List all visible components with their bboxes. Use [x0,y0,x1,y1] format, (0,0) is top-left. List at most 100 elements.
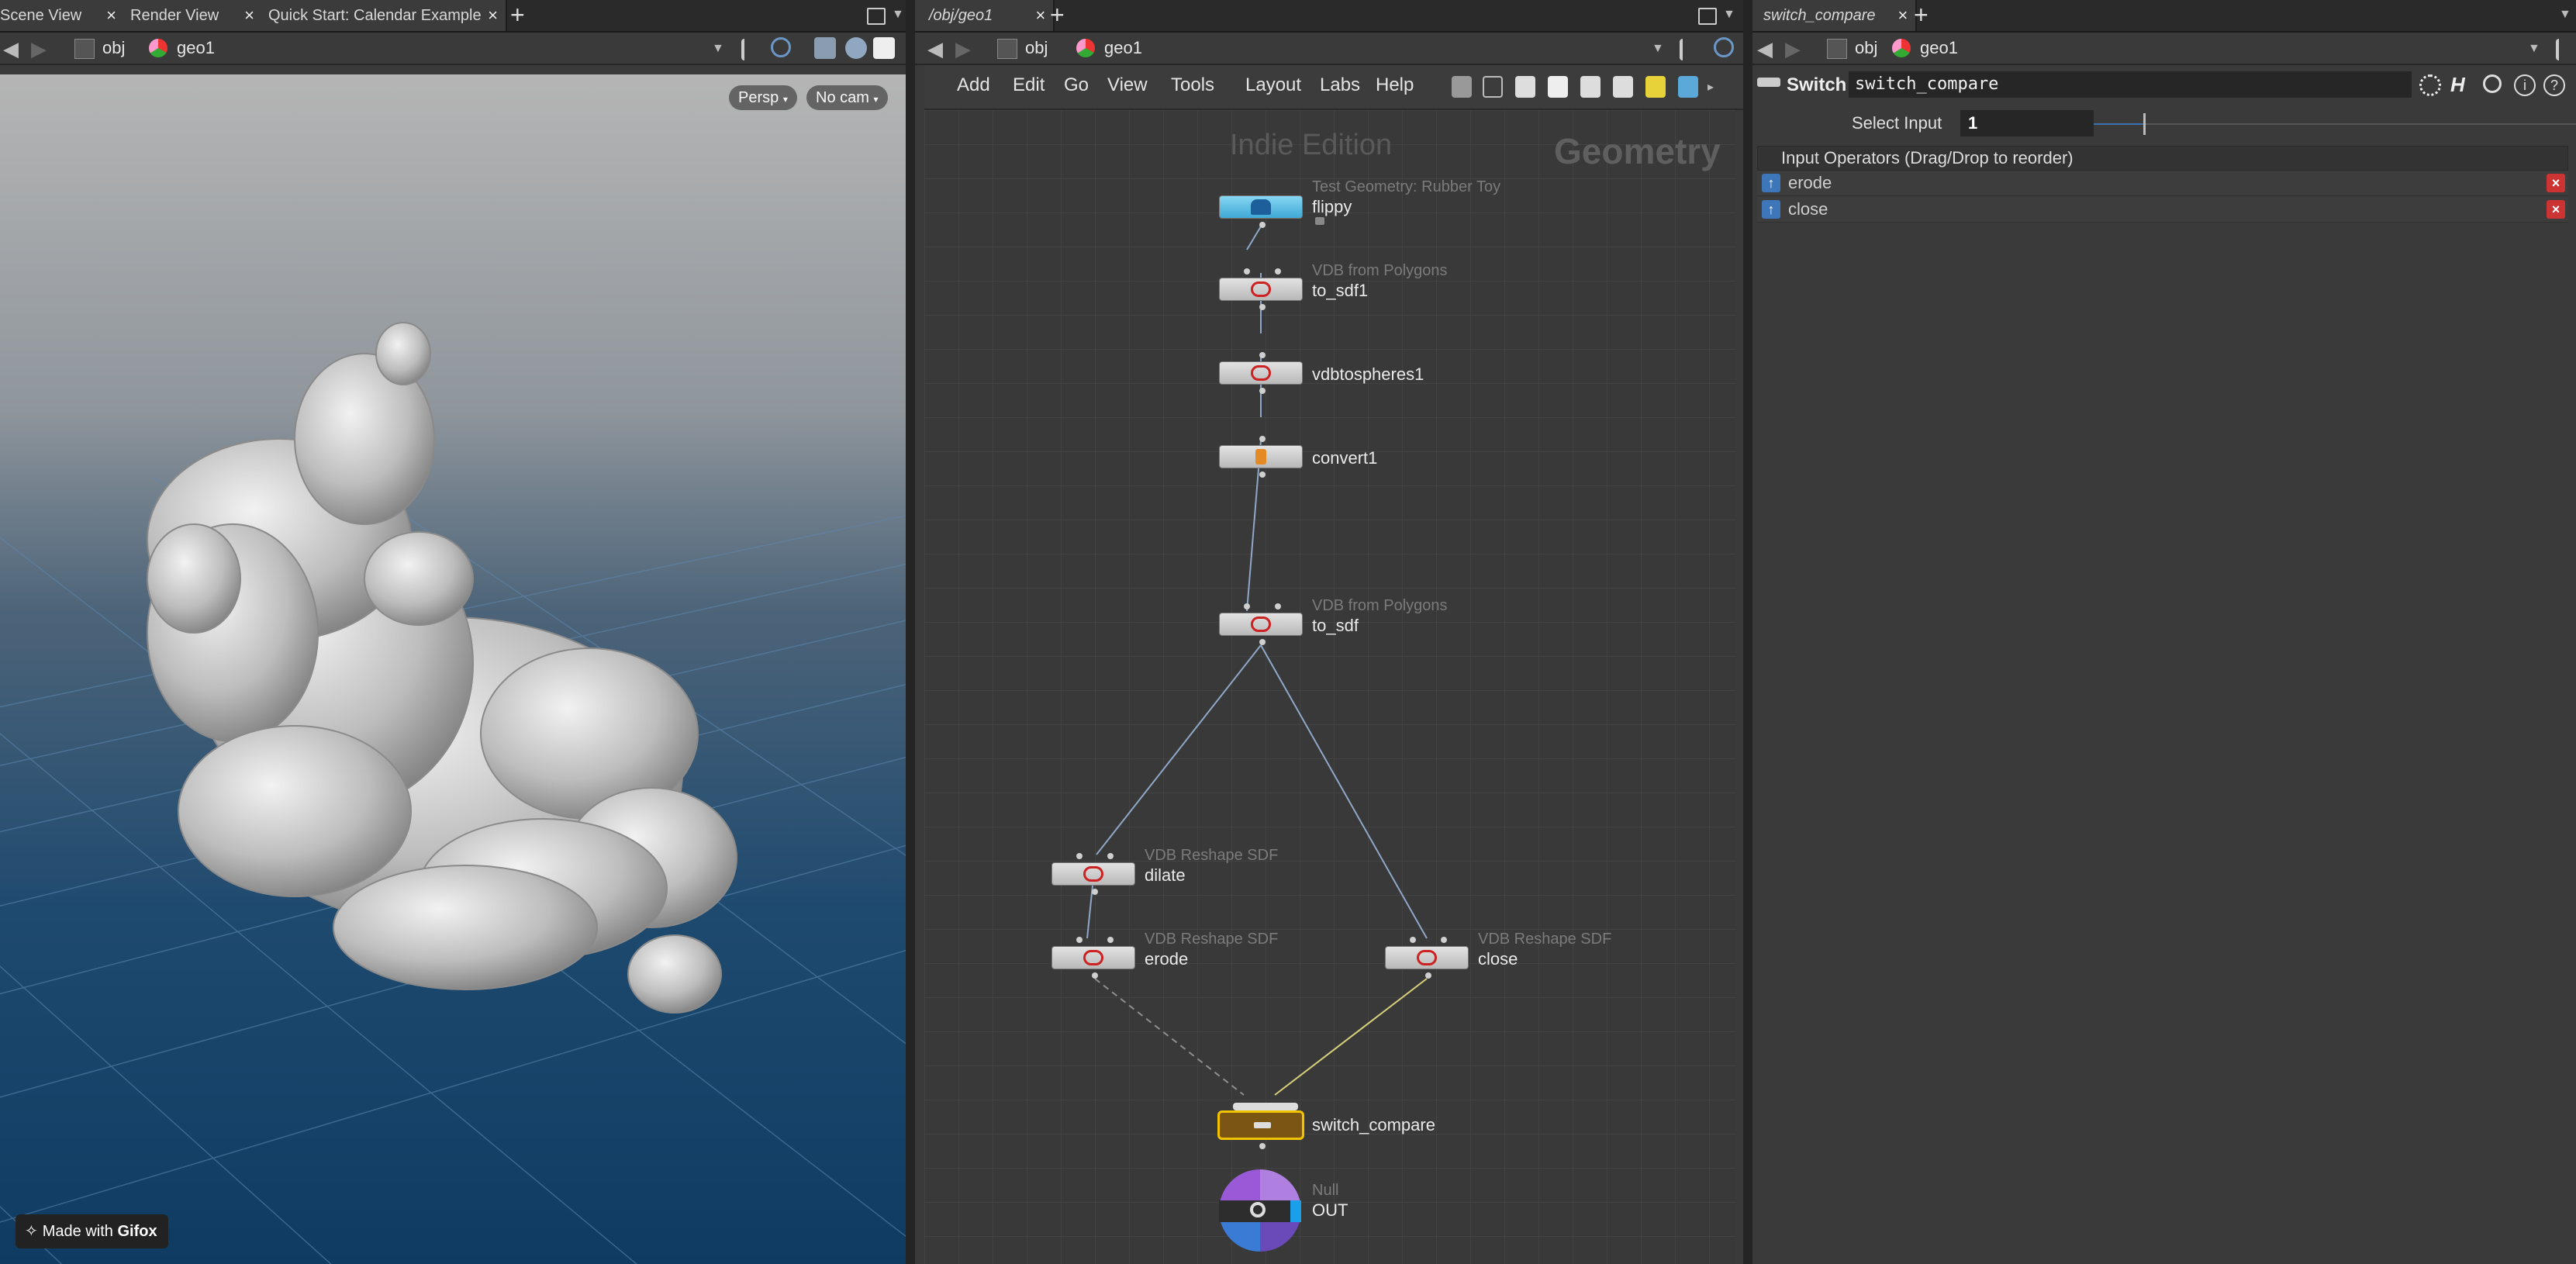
question-icon[interactable]: ? [2543,74,2565,96]
input-connector[interactable] [1410,937,1416,943]
input-connector[interactable] [1275,603,1281,610]
add-tab-icon[interactable]: + [1914,0,1929,31]
switch-input-bar[interactable] [1233,1103,1298,1110]
remove-icon[interactable]: × [2547,200,2565,219]
close-icon[interactable]: × [1035,0,1045,31]
output-connector[interactable] [1425,972,1431,979]
node-to-sdf1[interactable] [1219,278,1303,301]
input-connector[interactable] [1076,853,1083,859]
node-vdbtospheres1[interactable] [1219,361,1303,385]
tree-view-icon[interactable] [1483,76,1503,98]
menu-add[interactable]: Add [957,74,990,96]
back-arrow-icon[interactable]: ◀ [927,37,943,61]
tab-network[interactable]: /obj/geo1 × [915,0,1055,31]
select-input-slider[interactable] [2094,113,2576,135]
menu-view[interactable]: View [1107,74,1148,96]
forward-arrow-icon[interactable]: ▶ [31,37,47,61]
pin-icon[interactable] [1680,39,1698,60]
chevron-down-icon[interactable]: ▼ [2559,8,2571,22]
output-connector[interactable] [1259,471,1266,478]
menu-edit[interactable]: Edit [1013,74,1045,96]
close-icon[interactable]: × [244,0,254,31]
back-arrow-icon[interactable]: ◀ [3,37,19,61]
breadcrumb-geo1[interactable]: geo1 [177,37,215,59]
input-connector[interactable] [1107,937,1114,943]
tab-scene-view[interactable]: Scene View × [0,0,126,31]
input-connector[interactable] [1076,937,1083,943]
node-name-label[interactable]: close [1478,949,1518,969]
close-icon[interactable]: × [1897,0,1908,31]
display-options-icon[interactable] [845,37,867,59]
tab-parameters[interactable]: switch_compare × [1752,0,1917,31]
layout-icon[interactable] [1613,76,1633,98]
path-dropdown-icon[interactable]: ▼ [712,42,724,56]
wrench-icon[interactable] [1452,76,1472,98]
snapshot-icon[interactable] [873,37,895,59]
node-out[interactable] [1219,1169,1301,1252]
gear-icon[interactable] [2419,74,2441,96]
output-connector[interactable] [1259,222,1266,228]
node-name-label[interactable]: erode [1145,949,1188,969]
forward-arrow-icon[interactable]: ▶ [955,37,971,61]
path-dropdown-icon[interactable]: ▼ [1652,42,1664,56]
output-connector[interactable] [1259,639,1266,645]
tiles-icon[interactable] [1580,76,1601,98]
menu-layout[interactable]: Layout [1245,74,1301,96]
node-dilate[interactable] [1051,862,1135,886]
display-flag-icon[interactable] [1290,1200,1301,1222]
sticky-note-icon[interactable] [1645,76,1666,98]
node-name-label[interactable]: dilate [1145,865,1186,886]
more-icon[interactable]: ▸ [1708,79,1714,95]
node-convert1[interactable] [1219,445,1303,468]
output-connector[interactable] [1259,388,1266,394]
help-h-icon[interactable]: H [2450,73,2472,96]
camera-menu[interactable]: No cam ▾ [806,85,888,110]
forward-arrow-icon[interactable]: ▶ [1785,37,1801,61]
node-name-label[interactable]: switch_compare [1312,1115,1435,1135]
breadcrumb-geo1[interactable]: geo1 [1920,37,1958,59]
node-name-label[interactable]: vdbtospheres1 [1312,364,1424,385]
pane-layout-icon[interactable] [1698,8,1717,25]
node-erode[interactable] [1051,946,1135,969]
cube-icon[interactable] [814,37,836,59]
pin-icon[interactable] [741,39,760,60]
image-icon[interactable] [1678,76,1698,98]
pin-icon[interactable] [2556,39,2574,60]
breadcrumb-obj[interactable]: obj [1025,37,1048,59]
chevron-down-icon[interactable]: ▼ [892,8,904,22]
node-name-label[interactable]: flippy [1312,197,1352,217]
list-item-erode[interactable]: ↑ erode × [1757,171,2568,196]
node-switch-compare[interactable] [1217,1110,1304,1140]
back-arrow-icon[interactable]: ◀ [1757,37,1773,61]
pane-layout-icon[interactable] [867,8,886,25]
input-connector[interactable] [1244,268,1250,275]
node-to-sdf[interactable] [1219,613,1303,636]
menu-help[interactable]: Help [1376,74,1414,96]
add-tab-icon[interactable]: + [510,0,525,31]
output-connector[interactable] [1092,889,1098,895]
output-connector[interactable] [1259,1143,1266,1149]
pane-divider[interactable] [1743,0,1752,1264]
remove-icon[interactable]: × [2547,174,2565,192]
breadcrumb-obj[interactable]: obj [1855,37,1877,59]
node-name-label[interactable]: to_sdf [1312,616,1359,636]
select-input-field[interactable]: 1 [1960,110,2094,136]
add-tab-icon[interactable]: + [1050,0,1065,31]
move-up-icon[interactable]: ↑ [1762,200,1780,219]
input-connector[interactable] [1244,603,1250,610]
search-icon[interactable] [2483,74,2502,93]
input-connector[interactable] [1275,268,1281,275]
input-connector[interactable] [1259,352,1266,358]
node-name-label[interactable]: convert1 [1312,448,1377,468]
menu-go[interactable]: Go [1064,74,1089,96]
persp-camera-menu[interactable]: Persp ▾ [729,85,797,110]
tab-render-view[interactable]: Render View × [124,0,264,31]
node-network-canvas[interactable]: Indie Edition Geometry Test Geometry: Ru… [924,110,1735,1264]
info-icon[interactable]: i [2514,74,2536,96]
link-icon[interactable] [1714,37,1734,57]
link-icon[interactable] [771,37,791,57]
grid-view-icon[interactable] [1548,76,1568,98]
slider-handle[interactable] [2143,113,2146,135]
node-flippy[interactable] [1219,195,1303,219]
pane-divider[interactable] [906,0,915,1264]
